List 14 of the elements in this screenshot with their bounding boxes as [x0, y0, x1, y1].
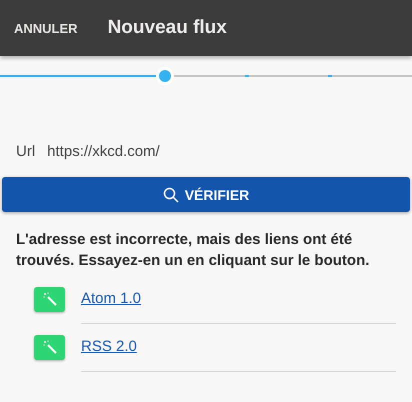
url-field[interactable]: https://xkcd.com/	[47, 143, 348, 160]
verify-button[interactable]: VÉRIFIER	[2, 177, 410, 212]
step-tick	[328, 75, 332, 77]
step-tick	[245, 75, 250, 77]
progress-thumb[interactable]	[156, 67, 174, 85]
cancel-button[interactable]: ANNULER	[14, 20, 78, 36]
url-label: Url	[16, 143, 36, 160]
feed-link[interactable]: RSS 2.0	[81, 338, 137, 355]
window-title: Nouveau flux	[108, 17, 227, 39]
magic-wand-icon[interactable]	[34, 286, 65, 312]
search-icon	[162, 186, 179, 202]
magic-wand-icon[interactable]	[34, 334, 65, 360]
info-message: L'adresse est incorrecte, mais des liens ont été trouvés. Essayez-en un en cliquant sur le bouton.	[16, 230, 370, 271]
feed-link[interactable]: Atom 1.0	[81, 290, 142, 307]
